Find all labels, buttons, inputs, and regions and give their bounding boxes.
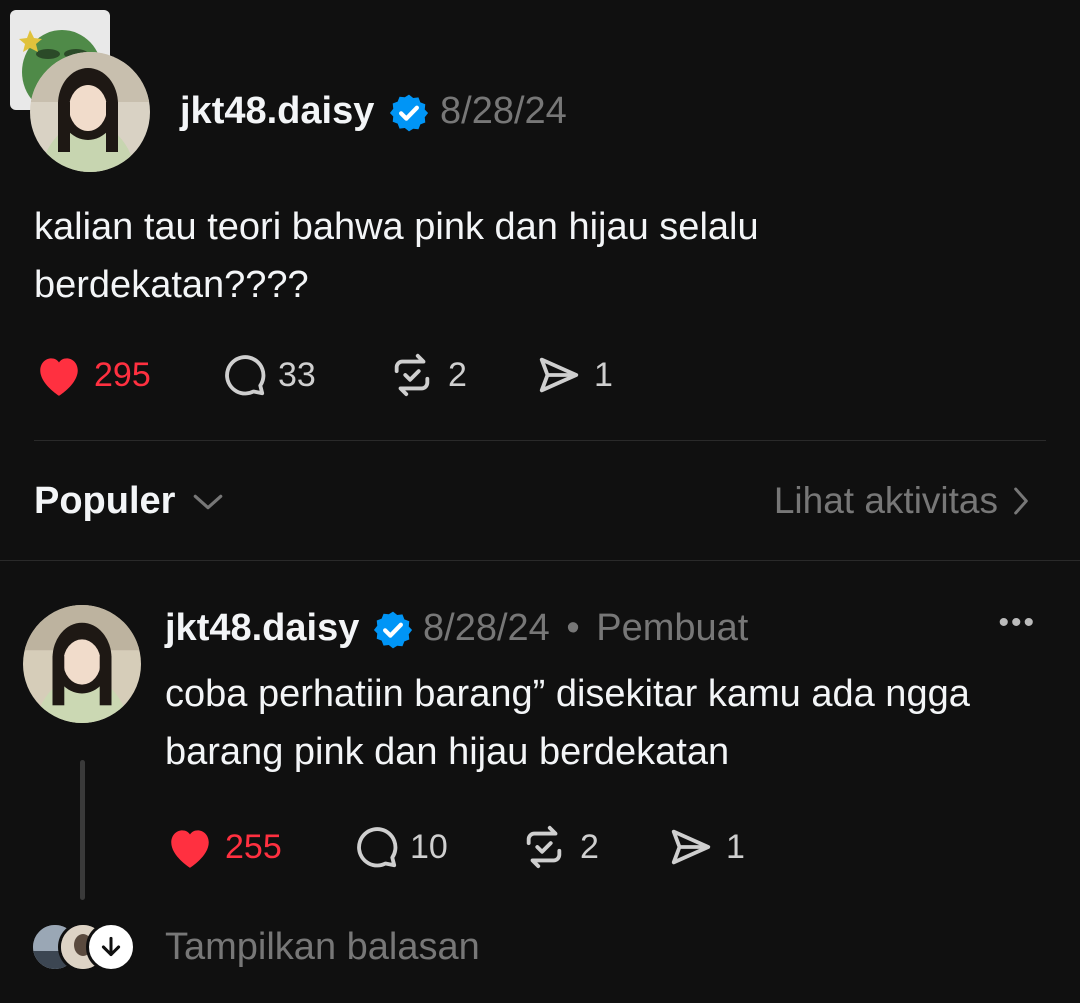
- reply-share-count: 1: [726, 827, 745, 866]
- repost-count: 2: [448, 355, 467, 394]
- reply-comment-button[interactable]: 10: [352, 824, 448, 870]
- heart-filled-icon: [171, 830, 209, 868]
- share-count: 1: [594, 355, 613, 394]
- post-text-line-2: berdekatan????: [34, 264, 309, 306]
- reply-like-count: 255: [225, 827, 282, 866]
- chevron-down-icon: [194, 494, 223, 509]
- replier-avatars[interactable]: [30, 922, 140, 972]
- view-activity-link[interactable]: Lihat aktivitas: [774, 480, 1030, 522]
- sort-dropdown[interactable]: Populer: [34, 480, 225, 523]
- arrow-down-icon: [86, 922, 136, 972]
- comment-icon: [225, 355, 266, 396]
- reply-meta: 8/28/24 • Pembuat: [423, 607, 748, 650]
- chevron-right-icon: [1014, 487, 1028, 515]
- reply-text-line-2: barang pink dan hijau berdekatan: [165, 731, 730, 773]
- comment-icon: [357, 827, 398, 868]
- repost-button[interactable]: 2: [386, 352, 467, 398]
- like-button[interactable]: 295: [34, 352, 151, 398]
- comment-button[interactable]: 33: [220, 352, 316, 398]
- sort-label: Populer: [34, 480, 176, 522]
- reply-username[interactable]: jkt48.daisy: [165, 607, 359, 650]
- repost-icon: [394, 353, 430, 397]
- post-username[interactable]: jkt48.daisy: [180, 90, 374, 133]
- more-options-button[interactable]: •••: [998, 606, 1036, 640]
- post-date: 8/28/24: [440, 90, 567, 132]
- divider: [34, 440, 1046, 441]
- divider: [0, 560, 1080, 561]
- comment-count: 33: [278, 355, 316, 394]
- send-icon: [539, 357, 579, 393]
- post-text-line-1: kalian tau teori bahwa pink dan hijau se…: [34, 206, 759, 248]
- reply-share-button[interactable]: 1: [666, 824, 745, 870]
- author-tag: Pembuat: [596, 607, 749, 649]
- show-replies-button[interactable]: Tampilkan balasan: [165, 926, 480, 969]
- reply-text-line-1: coba perhatiin barang” disekitar kamu ad…: [165, 673, 970, 715]
- reply-like-button[interactable]: 255: [165, 824, 282, 870]
- verified-badge-icon: [388, 92, 430, 139]
- share-button[interactable]: 1: [534, 352, 613, 398]
- reply-avatar[interactable]: [23, 605, 141, 723]
- repost-icon: [526, 825, 562, 869]
- send-icon: [671, 829, 711, 865]
- like-count: 295: [94, 355, 151, 394]
- avatar[interactable]: [30, 52, 150, 172]
- view-activity-label: Lihat aktivitas: [773, 480, 998, 521]
- thread-line: [80, 760, 85, 900]
- reply-repost-button[interactable]: 2: [518, 824, 599, 870]
- heart-filled-icon: [40, 358, 78, 396]
- reply-date: 8/28/24: [423, 607, 550, 649]
- verified-badge-icon: [372, 609, 414, 656]
- reply-comment-count: 10: [410, 827, 448, 866]
- meta-separator: •: [566, 607, 580, 649]
- reply-repost-count: 2: [580, 827, 599, 866]
